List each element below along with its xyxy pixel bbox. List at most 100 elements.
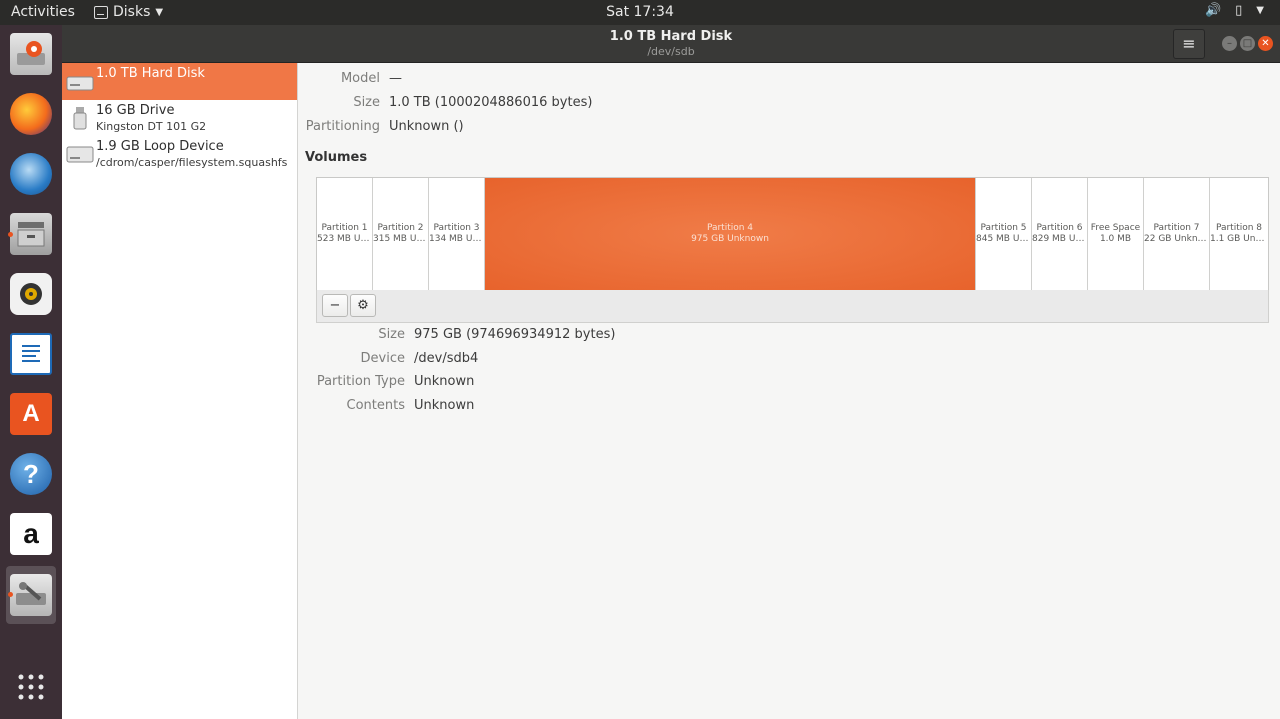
volume-size-row: Size 975 GB (974696934912 bytes): [299, 327, 615, 342]
model-row: Model —: [299, 71, 402, 86]
dock-item-files[interactable]: [6, 208, 56, 260]
hard-disk-icon: [66, 76, 94, 91]
volume-segment[interactable]: Partition 3 134 MB Un...: [429, 178, 485, 290]
volume-segment[interactable]: Partition 1 523 MB Un...: [317, 178, 373, 290]
show-apps-icon: [18, 674, 44, 700]
minus-icon: −: [329, 298, 341, 313]
window-title: 1.0 TB Hard Disk: [609, 29, 733, 44]
size-label: Size: [353, 95, 380, 110]
volume-name: Partition 3: [433, 223, 480, 233]
window-titlebar: 1.0 TB Hard Disk /dev/sdb ≡ – □ ✕: [62, 25, 1280, 63]
dock-item-rhythmbox[interactable]: [6, 268, 56, 320]
files-icon: [10, 213, 52, 255]
help-icon: ?: [10, 453, 52, 495]
software-icon: A: [10, 393, 52, 435]
delete-partition-button[interactable]: −: [322, 294, 348, 317]
partition-type-row: Partition Type Unknown: [299, 374, 475, 389]
chevron-down-icon: ▼: [155, 6, 164, 18]
writer-icon: [10, 333, 52, 375]
minimize-button[interactable]: –: [1222, 36, 1237, 51]
volume-info: 1.1 GB Unk...: [1210, 234, 1268, 244]
maximize-button[interactable]: □: [1240, 36, 1255, 51]
contents-value: Unknown: [414, 398, 475, 413]
clock[interactable]: Sat 17:34: [0, 4, 1280, 20]
drive-item-loop[interactable]: 1.9 GB Loop Device /cdrom/casper/filesys…: [62, 136, 297, 173]
chevron-down-icon: ▼: [1256, 5, 1264, 16]
volume-name: Partition 5: [980, 223, 1027, 233]
close-button[interactable]: ✕: [1258, 36, 1273, 51]
activities-button[interactable]: Activities: [11, 4, 75, 20]
drive-subtitle: /cdrom/casper/filesystem.squashfs: [96, 156, 288, 169]
window-subtitle: /dev/sdb: [647, 45, 695, 58]
thunderbird-icon: [10, 153, 52, 195]
dock: A ? a: [0, 25, 62, 719]
volume-segment[interactable]: Partition 8 1.1 GB Unk...: [1210, 178, 1268, 290]
volume-toolbar: − ⚙: [316, 290, 1269, 323]
partition-type-value: Unknown: [414, 374, 475, 389]
dock-item-writer[interactable]: [6, 328, 56, 380]
dock-item-disks[interactable]: [6, 566, 56, 624]
top-bar: Activities Disks ▼ Sat 17:34 🔊 ▯ ▼: [0, 0, 1280, 25]
volume-info: 523 MB Un...: [317, 234, 372, 244]
volume-segment[interactable]: Partition 5 845 MB Un...: [976, 178, 1032, 290]
drive-list: 1.0 TB Hard Disk 16 GB Drive Kingston DT…: [62, 63, 298, 719]
hamburger-icon: ≡: [1182, 34, 1196, 53]
gears-icon: ⚙: [357, 298, 369, 313]
volume-name: Partition 7: [1153, 223, 1200, 233]
volume-name: Partition 8: [1215, 223, 1263, 233]
volume-segment[interactable]: Free Space 1.0 MB: [1088, 178, 1144, 290]
dock-item-thunderbird[interactable]: [6, 148, 56, 200]
volume-size-value: 975 GB (974696934912 bytes): [414, 327, 616, 342]
volume-name: Partition 1: [321, 223, 368, 233]
partitioning-value: Unknown (): [389, 119, 464, 134]
partition-type-label: Partition Type: [316, 374, 405, 389]
running-indicator: [8, 592, 13, 597]
running-indicator: [8, 232, 13, 237]
partitioning-label: Partitioning: [305, 119, 380, 134]
app-menu[interactable]: Disks ▼: [94, 4, 163, 20]
disks-icon: [10, 574, 52, 616]
dock-item-software[interactable]: A: [6, 388, 56, 440]
device-label: Device: [360, 351, 405, 366]
volume-info: 845 MB Un...: [976, 234, 1031, 244]
disk-details: Model — Size 1.0 TB (1000204886016 bytes…: [299, 63, 1280, 719]
volume-info: 134 MB Un...: [429, 234, 484, 244]
dock-item-help[interactable]: ?: [6, 448, 56, 500]
dock-item-firefox[interactable]: [6, 88, 56, 140]
volume-info: 1.0 MB: [1099, 234, 1132, 244]
volume-name: Partition 6: [1036, 223, 1083, 233]
contents-row: Contents Unknown: [299, 398, 475, 413]
volume-segment[interactable]: Partition 2 315 MB Un...: [373, 178, 429, 290]
usb-drive-icon: [73, 107, 87, 130]
volume-info: 315 MB Un...: [373, 234, 428, 244]
volume-segment[interactable]: Partition 7 22 GB Unkno...: [1144, 178, 1210, 290]
firefox-icon: [10, 93, 52, 135]
volume-info: 829 MB Un...: [1032, 234, 1087, 244]
app-menu-label: Disks: [113, 4, 151, 20]
volume-size-label: Size: [378, 327, 405, 342]
disks-installer-icon: [10, 33, 52, 75]
minimize-icon: –: [1227, 38, 1232, 49]
volumes-heading: Volumes: [305, 150, 368, 165]
model-value: —: [389, 71, 402, 86]
volume-segment-selected[interactable]: Partition 4 975 GB Unknown: [485, 178, 976, 290]
device-row: Device /dev/sdb4: [299, 351, 479, 366]
show-apps-button[interactable]: [6, 661, 56, 713]
dock-item-installer[interactable]: [6, 28, 56, 80]
volume-name: Partition 4: [706, 223, 754, 233]
drive-item-usb[interactable]: 16 GB Drive Kingston DT 101 G2: [62, 100, 297, 137]
drive-name: 1.0 TB Hard Disk: [96, 66, 205, 81]
volume-info: 22 GB Unkno...: [1144, 234, 1209, 244]
device-value: /dev/sdb4: [414, 351, 479, 366]
partition-settings-button[interactable]: ⚙: [350, 294, 376, 317]
dock-item-amazon[interactable]: a: [6, 508, 56, 560]
volume-icon: 🔊: [1204, 3, 1222, 18]
drive-name: 16 GB Drive: [96, 103, 175, 118]
drive-item-hard-disk[interactable]: 1.0 TB Hard Disk: [62, 63, 297, 100]
drive-name: 1.9 GB Loop Device: [96, 139, 224, 154]
system-tray[interactable]: 🔊 ▯ ▼: [1205, 3, 1264, 18]
partitioning-row: Partitioning Unknown (): [299, 119, 464, 134]
hamburger-menu-button[interactable]: ≡: [1173, 29, 1205, 59]
volume-segment[interactable]: Partition 6 829 MB Un...: [1032, 178, 1088, 290]
volume-name: Partition 2: [377, 223, 424, 233]
